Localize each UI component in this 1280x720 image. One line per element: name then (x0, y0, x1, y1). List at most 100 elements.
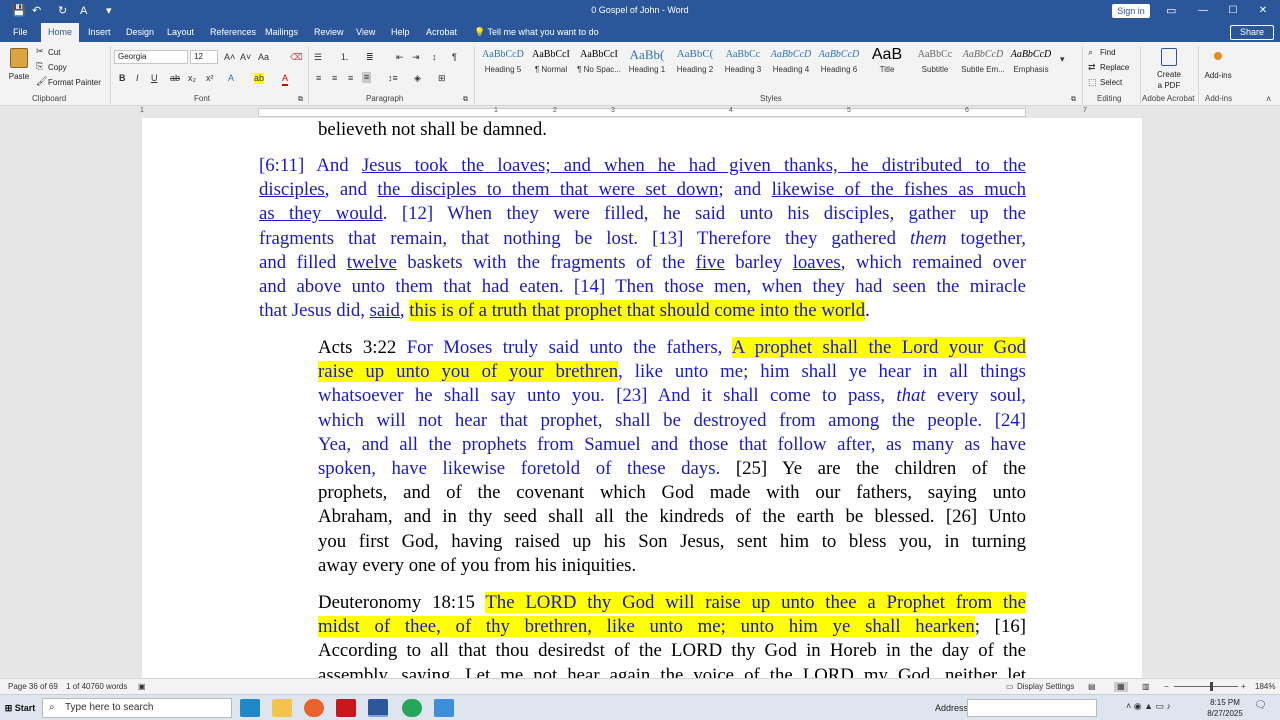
tab-home[interactable]: Home (41, 23, 80, 42)
acrobat-icon[interactable] (336, 699, 356, 717)
address-input[interactable] (967, 699, 1097, 717)
tab-view[interactable]: View (356, 25, 375, 39)
format-painter-button[interactable]: Format Painter (48, 77, 101, 88)
sort-icon[interactable]: ↕ (432, 52, 437, 63)
increase-indent-icon[interactable]: ⇥ (412, 52, 420, 63)
replace-button[interactable]: Replace (1100, 62, 1129, 73)
style-heading-2[interactable]: AaBbC(Heading 2 (670, 48, 720, 78)
style-heading-5[interactable]: AaBbCcD Heading 5 (478, 48, 528, 78)
superscript-icon[interactable]: x² (206, 73, 214, 84)
maximize-button[interactable]: ☐ (1218, 2, 1248, 20)
borders-icon[interactable]: ⊞ (438, 73, 446, 84)
style-subtle-emphasis[interactable]: AaBbCcD Subtle Em... (958, 48, 1008, 78)
read-mode-icon[interactable]: ▤ (1088, 682, 1096, 692)
ribbon-display-icon[interactable]: ▭ (1166, 4, 1176, 18)
shrink-font-icon[interactable]: A˅ (240, 52, 251, 63)
change-case-icon[interactable]: Aa (258, 52, 269, 63)
collapse-ribbon-icon[interactable]: ˄ (1266, 94, 1271, 105)
zoom-in-icon[interactable]: + (1241, 682, 1246, 692)
media-player-icon[interactable] (402, 699, 422, 717)
style-subtitle[interactable]: AaBbCc Subtitle (910, 48, 960, 78)
tab-layout[interactable]: Layout (167, 25, 194, 39)
tab-design[interactable]: Design (126, 25, 154, 39)
subscript-icon[interactable]: x₂ (188, 73, 196, 84)
word-icon[interactable] (368, 699, 388, 717)
tab-mailings[interactable]: Mailings (265, 25, 298, 39)
zoom-out-icon[interactable]: − (1164, 682, 1169, 692)
line-spacing-icon[interactable]: ↕≡ (388, 73, 398, 84)
font-name-dropdown[interactable]: Georgia (114, 50, 188, 64)
tab-acrobat[interactable]: Acrobat (426, 25, 457, 39)
display-settings-icon[interactable]: ▭ (1006, 682, 1014, 692)
copy-icon[interactable]: ⎘ (36, 61, 43, 72)
select-icon[interactable]: ⬚ (1088, 77, 1097, 88)
zoom-slider-thumb[interactable] (1210, 682, 1213, 691)
create-pdf-button[interactable]: Create a PDF (1150, 46, 1188, 92)
underline-icon[interactable]: U (151, 73, 158, 84)
clear-formatting-icon[interactable]: ⌫ (290, 52, 303, 63)
start-button[interactable]: ⊞ Start (2, 699, 38, 717)
font-size-dropdown[interactable]: 12 (190, 50, 218, 64)
style-normal[interactable]: AaBbCcI ¶ Normal (526, 48, 576, 78)
tray-icons[interactable]: ˄ ◉ ▲ ▭ ♪ (1126, 701, 1171, 711)
vertical-ruler[interactable] (0, 118, 12, 678)
numbering-icon[interactable]: ⒈ (340, 52, 349, 63)
justify-icon[interactable]: ≡ (362, 72, 372, 83)
tab-help[interactable]: Help (391, 25, 410, 39)
notifications-icon[interactable]: 🗨 (1254, 701, 1267, 711)
tab-file[interactable]: File (13, 25, 28, 39)
replace-icon[interactable]: ⇄ (1088, 62, 1096, 73)
text-effects-icon[interactable]: A (228, 73, 234, 84)
multilevel-list-icon[interactable]: ≣ (366, 52, 374, 63)
style-heading-3[interactable]: AaBbCc Heading 3 (718, 48, 768, 78)
decrease-indent-icon[interactable]: ⇤ (396, 52, 404, 63)
bullets-icon[interactable]: ☰ (314, 52, 322, 63)
select-button[interactable]: Select (1100, 77, 1122, 88)
firefox-icon[interactable] (304, 699, 324, 717)
italic-icon[interactable]: I (136, 73, 139, 84)
style-heading-6[interactable]: AaBbCcD Heading 6 (814, 48, 864, 78)
print-layout-icon[interactable]: ▦ (1114, 682, 1128, 692)
tell-me-search[interactable]: 💡 Tell me what you want to do (474, 25, 599, 39)
styles-more-icon[interactable]: ▾ (1060, 54, 1065, 65)
zoom-slider[interactable] (1174, 686, 1238, 687)
font-dialog-launcher-icon[interactable]: ⧉ (298, 94, 303, 105)
style-no-spacing[interactable]: AaBbCcI ¶ No Spac... (574, 48, 624, 78)
display-settings-button[interactable]: Display Settings (1017, 682, 1074, 692)
app-icon-1[interactable] (240, 699, 260, 717)
format-painter-icon[interactable]: 🖌 (36, 76, 47, 87)
font-color-icon[interactable]: A (282, 73, 289, 86)
document-page[interactable]: believeth not shall be damned. [6:11] An… (142, 118, 1142, 678)
tab-references[interactable]: References (210, 25, 256, 39)
styles-dialog-launcher-icon[interactable]: ⧉ (1071, 94, 1076, 105)
highlight-icon[interactable]: ab (254, 73, 265, 84)
bold-icon[interactable]: B (119, 73, 126, 84)
file-explorer-icon[interactable] (272, 699, 292, 717)
paste-button[interactable]: Paste (6, 46, 32, 90)
find-button[interactable]: Find (1100, 47, 1116, 58)
share-button[interactable]: Share (1230, 25, 1274, 40)
copy-button[interactable]: Copy (48, 62, 67, 73)
style-emphasis[interactable]: AaBbCcD Emphasis (1006, 48, 1056, 78)
add-ins-button[interactable]: Add-ins (1202, 46, 1234, 90)
align-right-icon[interactable]: ≡ (348, 73, 353, 84)
close-button[interactable]: ✕ (1248, 2, 1278, 20)
proofing-icon[interactable]: ▣ (138, 682, 146, 692)
taskbar-search[interactable]: ⌕ Type here to search (42, 698, 232, 718)
strikethrough-icon[interactable]: ab (170, 73, 180, 84)
tab-insert[interactable]: Insert (88, 25, 111, 39)
page-count[interactable]: Page 36 of 69 (8, 682, 58, 692)
zoom-level[interactable]: 184% (1255, 682, 1275, 692)
app-icon-2[interactable] (434, 699, 454, 717)
minimize-button[interactable]: — (1188, 2, 1218, 20)
style-heading-4[interactable]: AaBbCcD Heading 4 (766, 48, 816, 78)
web-layout-icon[interactable]: ▥ (1142, 682, 1150, 692)
grow-font-icon[interactable]: A˄ (224, 52, 235, 63)
sign-in-button[interactable]: Sign in (1112, 4, 1150, 18)
find-icon[interactable]: ⌕ (1088, 47, 1093, 58)
show-marks-icon[interactable]: ¶ (452, 52, 457, 63)
taskbar-clock[interactable]: 8:15 PM 8/27/2025 (1200, 697, 1250, 719)
horizontal-ruler[interactable]: 1 1 2 3 4 5 6 7 (0, 106, 1280, 118)
style-heading-1[interactable]: AaBb(Heading 1 (622, 48, 672, 78)
cut-icon[interactable]: ✂ (36, 46, 44, 57)
